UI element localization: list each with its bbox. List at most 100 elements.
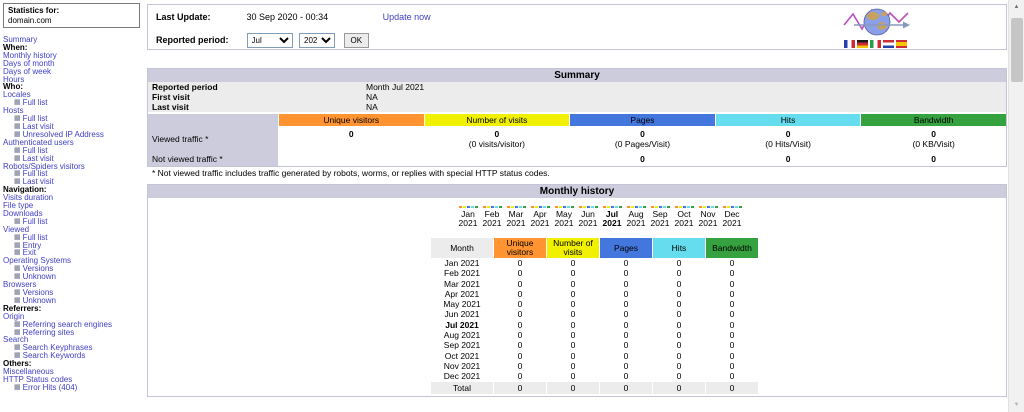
scrollbar-up-arrow-icon[interactable]: ▲ — [1009, 0, 1024, 15]
not-viewed-pages-cell: 0 — [570, 152, 715, 166]
ok-button[interactable]: OK — [344, 33, 370, 48]
not-viewed-number-of-visits-cell — [425, 152, 570, 166]
chart-month-feb-2021: Feb2021 — [480, 205, 504, 228]
flag-es-icon[interactable] — [896, 40, 907, 48]
bar-hits-icon — [711, 206, 714, 208]
flag-fr-icon[interactable] — [844, 40, 855, 48]
month-cell: Feb 2021 — [431, 268, 493, 278]
bar-bandwidth-icon — [667, 206, 670, 208]
value-cell: 0 — [653, 279, 705, 289]
value: 0 — [786, 154, 791, 164]
flag-nl-icon[interactable] — [883, 40, 894, 48]
monthly-row-aug-2021: Aug 202100000 — [431, 330, 758, 340]
value: 0 — [570, 126, 715, 140]
summary-section: Summary Reported periodMonth Jul 2021Fir… — [147, 68, 1007, 167]
update-now-link[interactable]: Update now — [383, 12, 431, 22]
value: 0 — [861, 126, 1006, 140]
bar-hits-icon — [471, 206, 474, 208]
bar-unique-visitors-icon — [699, 206, 702, 208]
month-cell: Jul 2021 — [431, 320, 493, 330]
month-bars — [576, 205, 600, 208]
list-icon: ▦ — [14, 242, 21, 249]
value-cell: 0 — [547, 268, 599, 278]
month-cell: May 2021 — [431, 299, 493, 309]
info-label: First visit — [148, 92, 366, 102]
value-cell: 0 — [547, 258, 599, 268]
value-cell: 0 — [600, 340, 652, 350]
sidebar-item-error-hits-404[interactable]: Error Hits (404) — [23, 383, 78, 392]
bar-pages-icon — [611, 206, 614, 208]
value-sub: (0 Pages/Visit) — [570, 140, 715, 149]
value-cell: 0 — [653, 351, 705, 361]
month-select[interactable]: Jul — [247, 33, 293, 48]
value-cell: 0 — [653, 299, 705, 309]
viewed-traffic-label: Viewed traffic * — [148, 126, 278, 152]
sidebar-item-origin[interactable]: Origin — [3, 312, 24, 321]
summary-title: Summary — [148, 69, 1006, 82]
sidebar-item-hosts[interactable]: Hosts — [3, 106, 23, 115]
bar-bandwidth-icon — [571, 206, 574, 208]
last-update-value: 30 Sep 2020 - 00:34 — [247, 12, 329, 22]
scrollbar-thumb[interactable] — [1011, 18, 1023, 82]
not-viewed-traffic-row: Not viewed traffic *000 — [148, 152, 1006, 166]
month-cell: Dec 2021 — [431, 371, 493, 381]
viewed-number-of-visits-cell: 0(0 visits/visitor) — [425, 126, 570, 152]
monthly-col-hits: Hits — [653, 238, 705, 258]
sidebar-item-search-keywords[interactable]: Search Keywords — [23, 351, 86, 360]
summary-info-rows: Reported periodMonth Jul 2021First visit… — [148, 82, 1006, 112]
value-cell: 0 — [653, 309, 705, 319]
value-cell: 0 — [706, 371, 758, 381]
list-icon: ▦ — [14, 344, 21, 351]
flag-it-icon[interactable] — [870, 40, 881, 48]
chart-month-jul-2021: Jul2021 — [600, 205, 624, 228]
monthly-row-feb-2021: Feb 202100000 — [431, 268, 758, 278]
value-cell: 0 — [494, 371, 546, 381]
value-cell: 0 — [547, 330, 599, 340]
year-select[interactable]: 2021 — [299, 33, 335, 48]
bar-unique-visitors-icon — [483, 206, 486, 208]
value-cell: 0 — [547, 340, 599, 350]
chart-month-mar-2021: Mar2021 — [504, 205, 528, 228]
month-bars — [648, 205, 672, 208]
chart-month-may-2021: May2021 — [552, 205, 576, 228]
bar-hits-icon — [663, 206, 666, 208]
flag-de-icon[interactable] — [857, 40, 868, 48]
monthly-row-apr-2021: Apr 202100000 — [431, 289, 758, 299]
bar-unique-visitors-icon — [579, 206, 582, 208]
bar-hits-icon — [591, 206, 594, 208]
viewed-traffic-row: Viewed traffic *00(0 visits/visitor)0(0 … — [148, 126, 1006, 152]
monthly-col-number-of-visits: Number of visits — [547, 238, 599, 258]
bar-bandwidth-icon — [739, 206, 742, 208]
value-cell: 0 — [600, 351, 652, 361]
month-bars — [672, 205, 696, 208]
list-icon: ▦ — [14, 297, 21, 304]
reported-period-label: Reported period: — [156, 35, 244, 45]
bar-hits-icon — [495, 206, 498, 208]
summary-col-unique-visitors: Unique visitors — [279, 114, 424, 126]
total-value-cell: 0 — [547, 382, 599, 394]
viewed-pages-cell: 0(0 Pages/Visit) — [570, 126, 715, 152]
month-bars — [696, 205, 720, 208]
bar-pages-icon — [683, 206, 686, 208]
value-cell: 0 — [547, 279, 599, 289]
value: 0 — [279, 126, 424, 140]
bar-unique-visitors-icon — [507, 206, 510, 208]
summary-info-row-reported-period: Reported periodMonth Jul 2021 — [148, 82, 1006, 92]
sidebar-item-full-list[interactable]: Full list — [23, 98, 48, 107]
vertical-scrollbar[interactable]: ▲ ▼ — [1008, 0, 1024, 412]
monthly-row-may-2021: May 202100000 — [431, 299, 758, 309]
value-sub: (0 Hits/Visit) — [716, 140, 861, 149]
bar-bandwidth-icon — [595, 206, 598, 208]
month-label: Apr2021 — [528, 210, 552, 228]
bar-bandwidth-icon — [619, 206, 622, 208]
value-cell: 0 — [706, 309, 758, 319]
value-cell: 0 — [600, 309, 652, 319]
month-bars — [504, 205, 528, 208]
top-bar: Last Update: 30 Sep 2020 - 00:34 Update … — [147, 4, 1007, 50]
month-cell: Nov 2021 — [431, 361, 493, 371]
not-viewed-bandwidth-cell: 0 — [861, 152, 1006, 166]
bar-number-of-visits-icon — [511, 206, 514, 208]
scrollbar-down-arrow-icon[interactable]: ▼ — [1009, 398, 1024, 412]
value: 0 — [931, 154, 936, 164]
sidebar-item-referring-sites[interactable]: Referring sites — [23, 328, 75, 337]
